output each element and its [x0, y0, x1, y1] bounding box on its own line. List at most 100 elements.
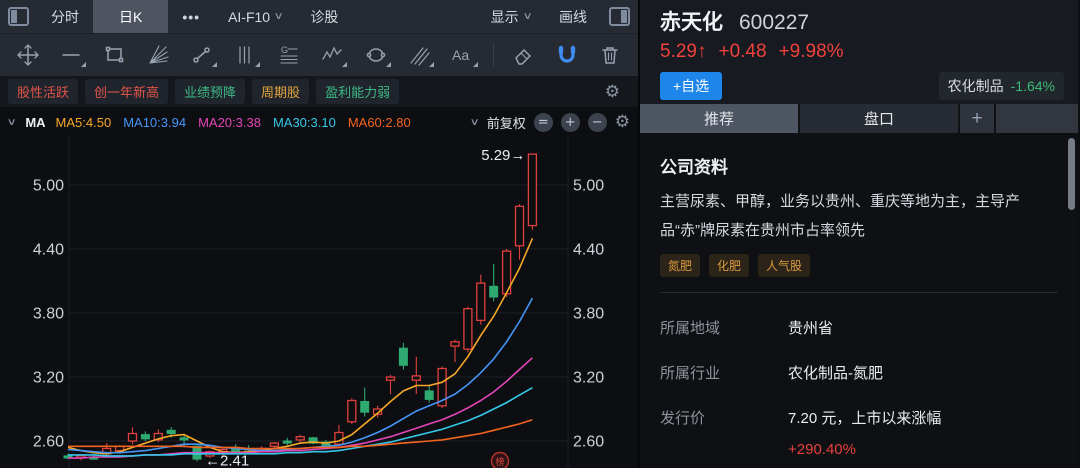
- info-row-region: 所属地域 贵州省: [660, 317, 1058, 338]
- diagnose-button[interactable]: 诊股: [296, 0, 352, 33]
- stock-tag[interactable]: 周期股: [252, 79, 309, 104]
- tab-daily-k[interactable]: 日K: [93, 0, 168, 33]
- svg-text:3.20: 3.20: [573, 370, 604, 387]
- zoom-out-button[interactable]: −: [588, 113, 607, 132]
- chart-pane: 分时 日K ••• AI-F10 ∨ 诊股 显示∨ 画线 G Aa: [0, 0, 640, 467]
- stock-header: 赤天化 600227 5.29↑ +0.48 +9.98% +自选 农化制品-1…: [640, 0, 1078, 104]
- stock-name: 赤天化: [660, 6, 723, 36]
- concept-tag[interactable]: 人气股: [758, 254, 810, 277]
- add-watchlist-button[interactable]: +自选: [660, 72, 722, 100]
- pitchfork-tool-icon[interactable]: [403, 40, 437, 70]
- trading-app: 分时 日K ••• AI-F10 ∨ 诊股 显示∨ 画线 G Aa: [0, 0, 1080, 467]
- chevron-down-icon[interactable]: ∨: [470, 117, 480, 128]
- info-row-industry: 所属行业 农化制品-氮肥: [660, 362, 1058, 383]
- fan-lines-tool-icon[interactable]: [142, 40, 176, 70]
- concept-tag[interactable]: 氮肥: [660, 254, 700, 277]
- svg-text:3.20: 3.20: [33, 370, 64, 387]
- company-profile-section: 公司资料 主营尿素、甲醇，业务以贵州、重庆等地为主，主导产品“赤”牌尿素在贵州市…: [640, 133, 1078, 467]
- tab-recommend[interactable]: 推荐: [640, 104, 798, 133]
- info-row-ipo-price: 发行价 7.20 元，上市以来涨幅 +290.40%: [660, 407, 1058, 458]
- tab-quote[interactable]: 盘口: [800, 104, 958, 133]
- ma-value: MA60:2.80: [348, 115, 411, 130]
- ma-values: MA5:4.50MA10:3.94MA20:3.38MA30:3.10MA60:…: [56, 115, 423, 130]
- last-price: 5.29↑: [660, 41, 706, 63]
- sector-change-pct: -1.64%: [1011, 78, 1055, 94]
- svg-text:2.60: 2.60: [33, 434, 64, 451]
- section-title: 公司资料: [660, 153, 1058, 178]
- magnet-tool-icon[interactable]: [550, 40, 584, 70]
- trendline-tool-icon[interactable]: [55, 40, 89, 70]
- more-periods-button[interactable]: •••: [168, 0, 214, 33]
- svg-text:5.29→: 5.29→: [481, 147, 525, 164]
- stock-tag[interactable]: 盈利能力弱: [316, 79, 399, 104]
- collapse-right-panel-icon[interactable]: [609, 7, 630, 26]
- indicator-settings-gear-icon[interactable]: ⚙: [615, 112, 630, 132]
- tab-daily-k-label: 日K: [119, 7, 142, 27]
- chart-topbar: 分时 日K ••• AI-F10 ∨ 诊股 显示∨ 画线: [0, 0, 638, 33]
- company-description: 主营尿素、甲醇，业务以贵州、重庆等地为主，主导产品“赤”牌尿素在贵州市占率领先: [660, 187, 1058, 245]
- ma-indicator-label[interactable]: MA: [25, 115, 45, 130]
- add-tab-button[interactable]: +: [960, 104, 994, 133]
- svg-text:G: G: [281, 45, 288, 55]
- svg-text:4.40: 4.40: [33, 242, 64, 259]
- more-icon: •••: [182, 9, 200, 25]
- diagnose-label: 诊股: [310, 7, 338, 27]
- stock-tag[interactable]: 业绩预降: [175, 79, 245, 104]
- adjust-mode-label[interactable]: 前复权: [487, 113, 526, 132]
- wave-tool-icon[interactable]: [316, 40, 350, 70]
- tags-settings-gear-icon[interactable]: ⚙: [605, 82, 620, 102]
- candlestick-chart[interactable]: 5.005.004.404.403.803.803.203.202.602.60…: [0, 137, 638, 467]
- rectangle-tool-icon[interactable]: [98, 40, 132, 70]
- stock-tag[interactable]: 创一年新高: [85, 79, 168, 104]
- svg-text:3.80: 3.80: [33, 306, 64, 323]
- ma-value: MA10:3.94: [123, 115, 186, 130]
- collapse-left-panel-icon[interactable]: [8, 7, 29, 26]
- cycle-tool-icon[interactable]: [359, 40, 393, 70]
- zoom-in-button[interactable]: +: [561, 113, 580, 132]
- svg-text:←2.41: ←2.41: [205, 452, 249, 468]
- plus-icon: +: [971, 108, 982, 130]
- vertical-lines-tool-icon[interactable]: [229, 40, 263, 70]
- sector-name: 农化制品: [948, 78, 1004, 94]
- tab-recommend-label: 推荐: [704, 108, 734, 129]
- tabs-filler: [996, 104, 1078, 133]
- row-value: 贵州省: [788, 317, 1058, 338]
- text-tool-icon[interactable]: Aa: [446, 40, 480, 70]
- chevron-down-icon[interactable]: ∨: [7, 117, 17, 128]
- toolbar-divider: [493, 44, 494, 66]
- scrollbar-thumb[interactable]: [1068, 138, 1075, 210]
- stock-tag[interactable]: 股性活跃: [8, 79, 78, 104]
- ai-f10-label: AI-F10: [228, 9, 270, 25]
- display-menu[interactable]: 显示∨: [477, 0, 545, 33]
- move-cross-tool-icon[interactable]: [11, 40, 45, 70]
- segment-tool-icon[interactable]: [185, 40, 219, 70]
- kline-svg: 5.005.004.404.403.803.803.203.202.602.60…: [0, 137, 640, 468]
- compress-chart-button[interactable]: =: [534, 113, 553, 132]
- eraser-tool-icon[interactable]: [506, 40, 540, 70]
- sector-chip[interactable]: 农化制品 -1.64%: [939, 72, 1064, 100]
- svg-text:3.80: 3.80: [573, 306, 604, 323]
- tab-minute[interactable]: 分时: [37, 0, 93, 33]
- ai-f10-menu[interactable]: AI-F10 ∨: [214, 0, 296, 33]
- row-label: 所属行业: [660, 362, 788, 383]
- row-value: 农化制品-氮肥: [788, 362, 1058, 383]
- drawing-toolbar: G Aa: [0, 33, 638, 76]
- chevron-down-icon: ∨: [522, 11, 532, 22]
- ma-value: MA30:3.10: [273, 115, 336, 130]
- concept-tag[interactable]: 化肥: [709, 254, 749, 277]
- divider: [660, 292, 1058, 293]
- drawline-label: 画线: [559, 7, 587, 27]
- svg-text:4.40: 4.40: [573, 242, 604, 259]
- gann-tool-icon[interactable]: G: [272, 40, 306, 70]
- tab-minute-label: 分时: [51, 7, 79, 27]
- drawline-button[interactable]: 画线: [545, 0, 601, 33]
- svg-text:Aa: Aa: [452, 47, 469, 63]
- stock-tags-bar: 股性活跃创一年新高业绩预降周期股盈利能力弱 ⚙: [0, 76, 638, 107]
- svg-text:5.00: 5.00: [573, 178, 604, 195]
- ipo-price-text: 7.20 元，上市以来涨幅: [788, 407, 1058, 428]
- trash-tool-icon[interactable]: [593, 40, 627, 70]
- chevron-down-icon: ∨: [274, 11, 284, 22]
- svg-text:榜: 榜: [495, 456, 504, 467]
- concept-tags: 氮肥化肥人气股: [660, 254, 1058, 277]
- panel-tabs: 推荐 盘口 +: [640, 104, 1078, 133]
